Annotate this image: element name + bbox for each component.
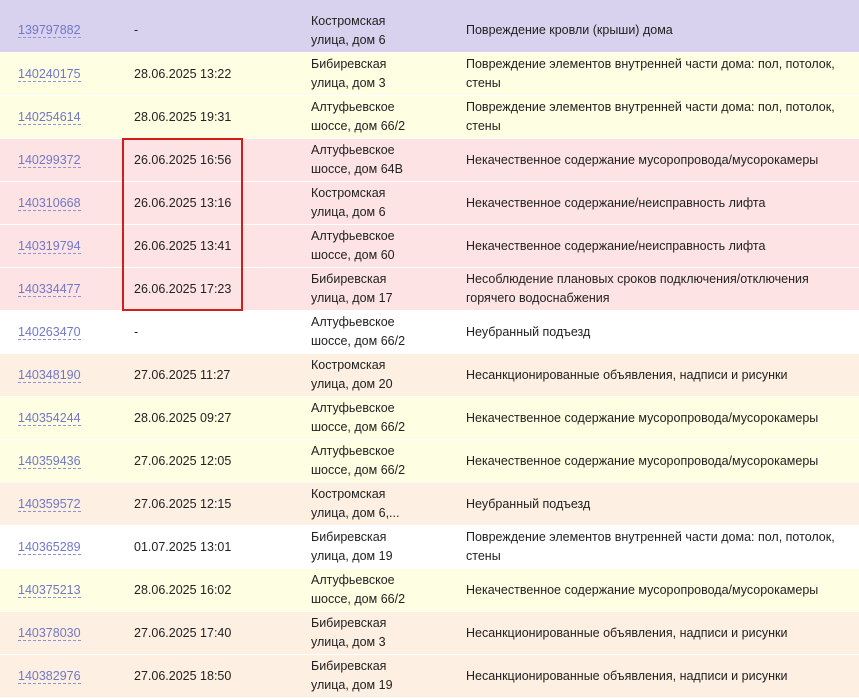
request-address: Костромская улица, дом 6 — [311, 186, 386, 219]
request-date: - — [134, 23, 139, 37]
request-id-cell: 140365289 — [0, 538, 115, 557]
request-id-link[interactable]: 140348190 — [18, 367, 81, 383]
request-id-cell: 140240175 — [0, 65, 115, 84]
table-row: 140359572 27.06.2025 12:15 Костромская ули… — [0, 482, 859, 525]
request-id-cell: 140334477 — [0, 280, 115, 299]
request-id-cell: 140375213 — [0, 581, 115, 600]
request-date: 27.06.2025 12:15 — [134, 496, 232, 511]
table-row: 140263470 - Алтуфьевское шоссе, дом 66/2 Не… — [0, 310, 859, 353]
request-date: 27.06.2025 12:05 — [134, 453, 232, 468]
request-id-cell: 140354244 — [0, 409, 115, 428]
request-description: Несанкционированные объявления, надписи … — [466, 367, 788, 382]
request-id-cell: 140263470 — [0, 323, 115, 342]
table-row: 140354244 28.06.2025 09:27 Алтуфьевское шо… — [0, 396, 859, 439]
table-row: 140375213 28.06.2025 16:02 Алтуфьевское шо… — [0, 568, 859, 611]
request-id-link[interactable]: 140359572 — [18, 496, 81, 512]
request-date: 26.06.2025 16:56 — [134, 152, 232, 167]
request-date: 01.07.2025 13:01 — [134, 539, 232, 554]
request-description: Несанкционированные объявления, надписи … — [466, 668, 788, 683]
request-description: Некачественное содержание мусоропровода/… — [466, 582, 819, 597]
request-id-link[interactable]: 140354244 — [18, 410, 81, 426]
request-address: Алтуфьевское шоссе, дом 66/2 — [311, 573, 406, 606]
request-id-cell: 139797882 — [0, 21, 115, 40]
request-id-link[interactable]: 140382976 — [18, 668, 81, 684]
table-body: 139797882 - Костромская улица, дом 6 Повреж… — [0, 0, 859, 697]
request-id-cell: 140310668 — [0, 194, 115, 213]
request-description: Некачественное содержание/неисправность … — [466, 238, 766, 253]
requests-table: 139797882 - Костромская улица, дом 6 Повреж… — [0, 0, 859, 698]
request-id-link[interactable]: 140263470 — [18, 324, 81, 340]
request-address: Алтуфьевское шоссе, дом 66/2 — [311, 401, 406, 434]
request-id-cell: 140359572 — [0, 495, 115, 514]
request-description: Повреждение элементов внутренней части д… — [466, 100, 835, 133]
request-date: 28.06.2025 09:27 — [134, 410, 232, 425]
request-id-link[interactable]: 140378030 — [18, 625, 81, 641]
request-id-cell: 140359436 — [0, 452, 115, 471]
request-description: Несоблюдение плановых сроков подключения… — [466, 272, 809, 305]
request-id-link[interactable]: 140310668 — [18, 195, 81, 211]
request-id-link[interactable]: 140359436 — [18, 453, 81, 469]
request-description: Некачественное содержание мусоропровода/… — [466, 453, 819, 468]
request-address: Алтуфьевское шоссе, дом 66/2 — [311, 444, 406, 477]
request-date: - — [134, 324, 139, 339]
table-row: 140334477 26.06.2025 17:23 Бибиревская ули… — [0, 267, 859, 310]
request-address: Алтуфьевское шоссе, дом 66/2 — [311, 100, 406, 133]
request-description: Некачественное содержание мусоропровода/… — [466, 410, 819, 425]
request-date: 26.06.2025 13:41 — [134, 238, 232, 253]
request-date: 28.06.2025 16:02 — [134, 582, 232, 597]
table-row: 140365289 01.07.2025 13:01 Бибиревская ули… — [0, 525, 859, 568]
request-date: 28.06.2025 19:31 — [134, 109, 232, 124]
request-description: Повреждение элементов внутренней части д… — [466, 57, 835, 90]
table-row: 140299372 26.06.2025 16:56 Алтуфьевское шо… — [0, 138, 859, 181]
table-row: 140254614 28.06.2025 19:31 Алтуфьевское шо… — [0, 95, 859, 138]
table-row: 140310668 26.06.2025 13:16 Костромская ули… — [0, 181, 859, 224]
request-description: Несанкционированные объявления, надписи … — [466, 625, 788, 640]
request-address: Алтуфьевское шоссе, дом 64В — [311, 143, 403, 176]
request-date: 26.06.2025 17:23 — [134, 281, 232, 296]
table-row: 140378030 27.06.2025 17:40 Бибиревская ули… — [0, 611, 859, 654]
request-address: Бибиревская улица, дом 3 — [311, 616, 387, 649]
request-date: 27.06.2025 11:27 — [134, 367, 231, 382]
request-description: Повреждение элементов внутренней части д… — [466, 530, 835, 563]
request-description: Неубранный подъезд — [466, 496, 591, 511]
request-id-link[interactable]: 140365289 — [18, 539, 81, 555]
request-date: 27.06.2025 17:40 — [134, 625, 232, 640]
request-address: Алтуфьевское шоссе, дом 66/2 — [311, 315, 406, 348]
table-row: 140359436 27.06.2025 12:05 Алтуфьевское шо… — [0, 439, 859, 482]
request-id-link[interactable]: 140319794 — [18, 238, 81, 254]
table-row: 140319794 26.06.2025 13:41 Алтуфьевское шо… — [0, 224, 859, 267]
table-row: 139797882 - Костромская улица, дом 6 Повреж… — [0, 0, 859, 52]
request-date: 28.06.2025 13:22 — [134, 66, 232, 81]
request-id-link[interactable]: 140254614 — [18, 109, 81, 125]
request-date: 26.06.2025 13:16 — [134, 195, 232, 210]
request-id-link[interactable]: 140299372 — [18, 152, 81, 168]
request-id-link[interactable]: 140334477 — [18, 281, 81, 297]
request-address: Костромская улица, дом 20 — [311, 358, 393, 391]
request-date: 27.06.2025 18:50 — [134, 668, 232, 683]
request-id-link[interactable]: 139797882 — [18, 23, 81, 38]
request-id-link[interactable]: 140375213 — [18, 582, 81, 598]
request-address: Бибиревская улица, дом 3 — [311, 57, 387, 90]
request-description: Некачественное содержание/неисправность … — [466, 195, 766, 210]
request-address: Бибиревская улица, дом 19 — [311, 659, 393, 692]
request-id-cell: 140348190 — [0, 366, 115, 385]
table-row: 140382976 27.06.2025 18:50 Бибиревская ули… — [0, 654, 859, 697]
request-address: Костромская улица, дом 6 — [311, 13, 386, 47]
table-row: 140240175 28.06.2025 13:22 Бибиревская ули… — [0, 52, 859, 95]
request-id-cell: 140382976 — [0, 667, 115, 686]
request-description: Повреждение кровли (крыши) дома — [466, 23, 673, 37]
request-description: Некачественное содержание мусоропровода/… — [466, 152, 819, 167]
request-address: Бибиревская улица, дом 19 — [311, 530, 393, 563]
request-id-cell: 140299372 — [0, 151, 115, 170]
request-id-cell: 140319794 — [0, 237, 115, 256]
request-id-link[interactable]: 140240175 — [18, 66, 81, 82]
table-row: 140348190 27.06.2025 11:27 Костромская ули… — [0, 353, 859, 396]
request-address: Бибиревская улица, дом 17 — [311, 272, 393, 305]
request-address: Алтуфьевское шоссе, дом 60 — [311, 229, 395, 262]
request-description: Неубранный подъезд — [466, 324, 591, 339]
request-id-cell: 140378030 — [0, 624, 115, 643]
request-id-cell: 140254614 — [0, 108, 115, 127]
request-address: Костромская улица, дом 6,... — [311, 487, 400, 520]
